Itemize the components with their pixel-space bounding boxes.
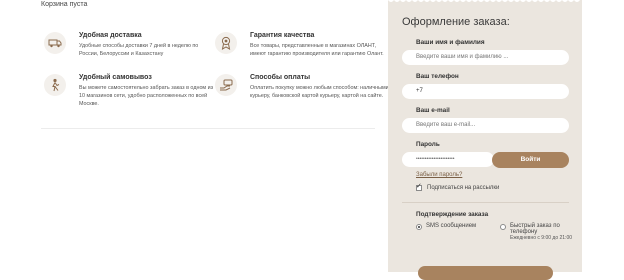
form-divider bbox=[402, 202, 569, 203]
radio-unselected[interactable] bbox=[500, 224, 506, 230]
feature-title: Удобная доставка bbox=[79, 32, 142, 39]
feature-title: Гарантия качества bbox=[250, 32, 315, 39]
subscribe-checkbox[interactable] bbox=[416, 182, 422, 191]
forgot-password-link[interactable]: Забыли пароль? bbox=[416, 172, 462, 178]
submit-order-button[interactable] bbox=[418, 266, 553, 280]
order-form: Оформление заказа: Ваши имя и фамилия Вв… bbox=[388, 0, 582, 280]
confirm-call-hours: Ежедневно с 9:00 до 21:00 bbox=[510, 235, 573, 241]
feature-text: Вы можете самостоятельно забрать заказ в… bbox=[79, 85, 214, 107]
login-button[interactable]: Войти bbox=[492, 152, 569, 168]
email-input[interactable]: Введите ваш e-mail... bbox=[402, 118, 569, 133]
feature-text: Все товары, представленные в магазинах О… bbox=[250, 43, 384, 57]
feature-title: Способы оплаты bbox=[250, 74, 311, 81]
subscribe-label: Подписаться на рассылки bbox=[427, 185, 500, 191]
form-title: Оформление заказа: bbox=[402, 16, 510, 28]
quality-medal-icon bbox=[215, 32, 237, 54]
phone-label: Ваш телефон bbox=[416, 73, 459, 80]
cart-empty-text: Корзина пуста bbox=[41, 1, 88, 8]
divider bbox=[41, 128, 375, 129]
name-input[interactable]: Введите ваши имя и фамилию ... bbox=[402, 50, 569, 65]
phone-input[interactable]: +7 bbox=[402, 84, 569, 99]
pickup-person-icon bbox=[44, 74, 66, 96]
confirm-call-radio[interactable]: Быстрый заказ по телефону Ежедневно с 9:… bbox=[500, 223, 575, 241]
subscribe-checkbox-row[interactable]: Подписаться на рассылки bbox=[416, 182, 500, 191]
feature-text: Оплатить покупку можно любым способом: н… bbox=[250, 85, 389, 99]
zigzag-edge bbox=[388, 0, 582, 2]
name-label: Ваши имя и фамилия bbox=[416, 39, 485, 46]
confirm-sms-label: SMS сообщением bbox=[426, 223, 477, 229]
password-input[interactable]: •••••••••••••••••••••• bbox=[402, 152, 494, 167]
cart-info-panel: Корзина пуста Удобная доставка Удобные с… bbox=[0, 0, 389, 272]
confirm-call-label: Быстрый заказ по телефону bbox=[510, 223, 560, 235]
password-label: Пароль bbox=[416, 141, 440, 148]
email-label: Ваш e-mail bbox=[416, 107, 450, 114]
feature-title: Удобный самовывоз bbox=[79, 74, 152, 81]
feature-text: Удобные способы доставки 7 дней в неделю… bbox=[79, 43, 199, 57]
delivery-truck-icon bbox=[44, 32, 66, 54]
confirm-title: Подтверждение заказа bbox=[416, 211, 489, 218]
confirm-sms-radio[interactable]: SMS сообщением bbox=[416, 223, 476, 230]
payment-hand-icon bbox=[215, 74, 237, 96]
radio-selected[interactable] bbox=[416, 224, 422, 230]
